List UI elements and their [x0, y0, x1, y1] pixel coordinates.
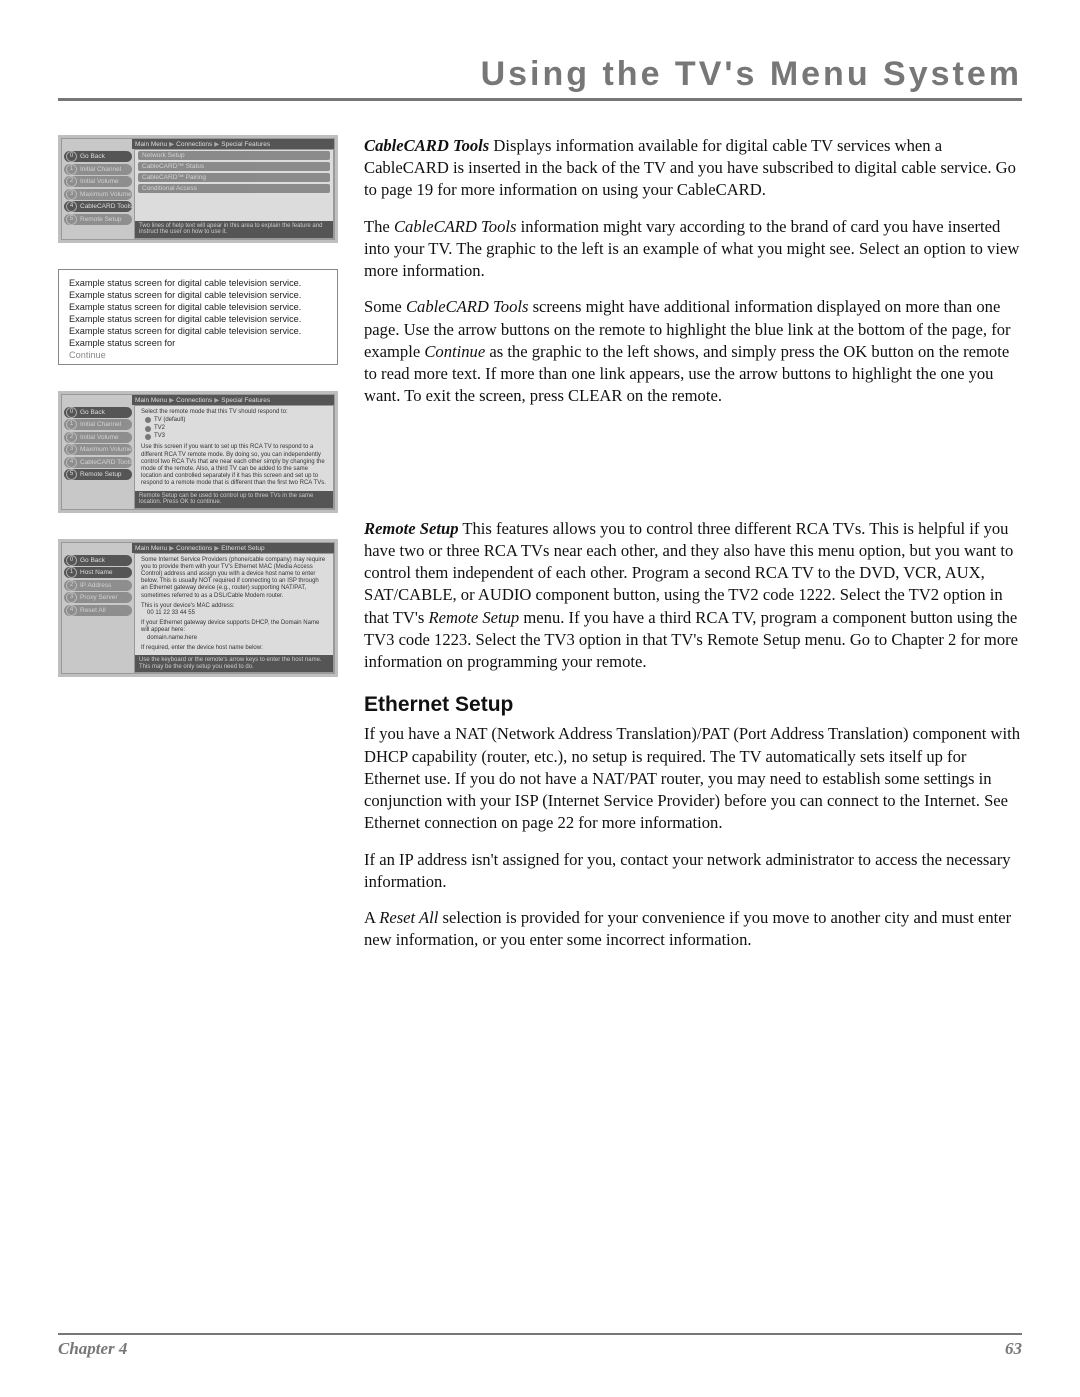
page-title: Using the TV's Menu System — [58, 55, 1022, 94]
option-cablecard-pairing[interactable]: CableCARD™ Pairing — [138, 173, 330, 182]
left-column: Main Menu▶Connections▶Special Features 0… — [58, 135, 338, 965]
body-text-column: CableCARD Tools Displays information ava… — [364, 135, 1022, 965]
side-menu: 0Go Back 1Host Name 2IP Address 3Proxy S… — [62, 553, 134, 673]
continue-link[interactable]: Continue — [69, 350, 327, 362]
panel-instruction: Select the remote mode that this TV shou… — [141, 409, 327, 416]
menu-item-initial-volume[interactable]: 2Initial Volume — [64, 176, 132, 187]
option-network-setup[interactable]: Network Setup — [138, 151, 330, 160]
breadcrumb: Main Menu▶Connections▶Special Features — [132, 139, 334, 149]
paragraph: The CableCARD Tools information might va… — [364, 216, 1022, 283]
menu-content-panel: Select the remote mode that this TV shou… — [134, 405, 334, 509]
side-menu: 0Go Back 1Initial Channel 2Initial Volum… — [62, 405, 134, 509]
status-line-partial: Example status screen for — [69, 338, 327, 350]
help-text: Remote Setup can be used to control up t… — [135, 491, 333, 508]
help-text: Use the keyboard or the remote's arrow k… — [135, 655, 333, 672]
menu-item-remote-setup[interactable]: 5Remote Setup — [64, 469, 132, 480]
paragraph: Some CableCARD Tools screens might have … — [364, 296, 1022, 407]
menu-item-go-back[interactable]: 0Go Back — [64, 151, 132, 162]
lead-label: Remote Setup — [364, 519, 459, 538]
paragraph: If an IP address isn't assigned for you,… — [364, 849, 1022, 893]
menu-item-host-name[interactable]: 1Host Name — [64, 567, 132, 578]
radio-tv3[interactable]: TV3 — [145, 433, 327, 440]
menu-item-cablecard-tools[interactable]: 4CableCARD Tools — [64, 201, 132, 212]
menu-item-initial-volume[interactable]: 2Initial Volume — [64, 432, 132, 443]
menu-item-cablecard-tools[interactable]: 4CableCARD Tools — [64, 457, 132, 468]
status-line: Example status screen for digital cable … — [69, 302, 327, 314]
ethernet-setup-menu-screenshot: Main Menu▶Connections▶Ethernet Setup 0Go… — [58, 539, 338, 677]
paragraph-cablecard-tools: CableCARD Tools Displays information ava… — [364, 135, 1022, 202]
status-line: Example status screen for digital cable … — [69, 326, 327, 338]
panel-body-text: Use this screen if you want to set up th… — [141, 444, 327, 487]
side-menu: 0Go Back 1Initial Channel 2Initial Volum… — [62, 149, 134, 239]
status-line: Example status screen for digital cable … — [69, 290, 327, 302]
menu-content-panel: Some Internet Service Providers (phone/c… — [134, 553, 334, 673]
ethernet-setup-heading: Ethernet Setup — [364, 691, 1022, 719]
host-label: If required, enter the device host name … — [141, 645, 327, 652]
menu-item-remote-setup[interactable]: 5Remote Setup — [64, 214, 132, 225]
paragraph-remote-setup: Remote Setup This features allows you to… — [364, 518, 1022, 674]
status-line: Example status screen for digital cable … — [69, 278, 327, 290]
page-number: 63 — [1005, 1339, 1022, 1359]
menu-item-max-volume[interactable]: 3Maximum Volume — [64, 444, 132, 455]
page-footer: Chapter 4 63 — [58, 1333, 1022, 1359]
menu-item-proxy-server[interactable]: 3Proxy Server — [64, 592, 132, 603]
option-conditional-access[interactable]: Conditional Access — [138, 184, 330, 193]
cablecard-menu-screenshot: Main Menu▶Connections▶Special Features 0… — [58, 135, 338, 243]
chapter-label: Chapter 4 — [58, 1339, 127, 1359]
breadcrumb: Main Menu▶Connections▶Ethernet Setup — [132, 543, 334, 553]
menu-item-initial-channel[interactable]: 1Initial Channel — [64, 419, 132, 430]
menu-item-go-back[interactable]: 0Go Back — [64, 407, 132, 418]
option-cablecard-status[interactable]: CableCARD™ Status — [138, 162, 330, 171]
radio-tv-default[interactable]: TV (default) — [145, 417, 327, 424]
lead-label: CableCARD Tools — [364, 136, 489, 155]
title-rule — [58, 98, 1022, 101]
menu-item-ip-address[interactable]: 2IP Address — [64, 580, 132, 591]
mac-address: 00 11 22 33 44 55 — [141, 610, 327, 617]
menu-item-reset-all[interactable]: 4Reset All — [64, 605, 132, 616]
status-line: Example status screen for digital cable … — [69, 314, 327, 326]
help-text: Two lines of help text will apear in thi… — [135, 221, 333, 238]
menu-content-panel: Network Setup CableCARD™ Status CableCAR… — [134, 149, 334, 239]
menu-item-go-back[interactable]: 0Go Back — [64, 555, 132, 566]
remote-setup-menu-screenshot: Main Menu▶Connections▶Special Features 0… — [58, 391, 338, 513]
panel-body-text: Some Internet Service Providers (phone/c… — [141, 557, 327, 600]
domain-name: domain.name.here — [141, 635, 327, 642]
radio-tv2[interactable]: TV2 — [145, 425, 327, 432]
paragraph: A Reset All selection is provided for yo… — [364, 907, 1022, 951]
mac-label: This is your device's MAC address: — [141, 603, 327, 610]
breadcrumb: Main Menu▶Connections▶Special Features — [132, 395, 334, 405]
page-header: Using the TV's Menu System — [58, 55, 1022, 101]
dhcp-label: If your Ethernet gateway device supports… — [141, 620, 327, 634]
status-screen-example: Example status screen for digital cable … — [58, 269, 338, 365]
paragraph: If you have a NAT (Network Address Trans… — [364, 723, 1022, 834]
menu-item-initial-channel[interactable]: 1Initial Channel — [64, 164, 132, 175]
menu-item-max-volume[interactable]: 3Maximum Volume — [64, 189, 132, 200]
